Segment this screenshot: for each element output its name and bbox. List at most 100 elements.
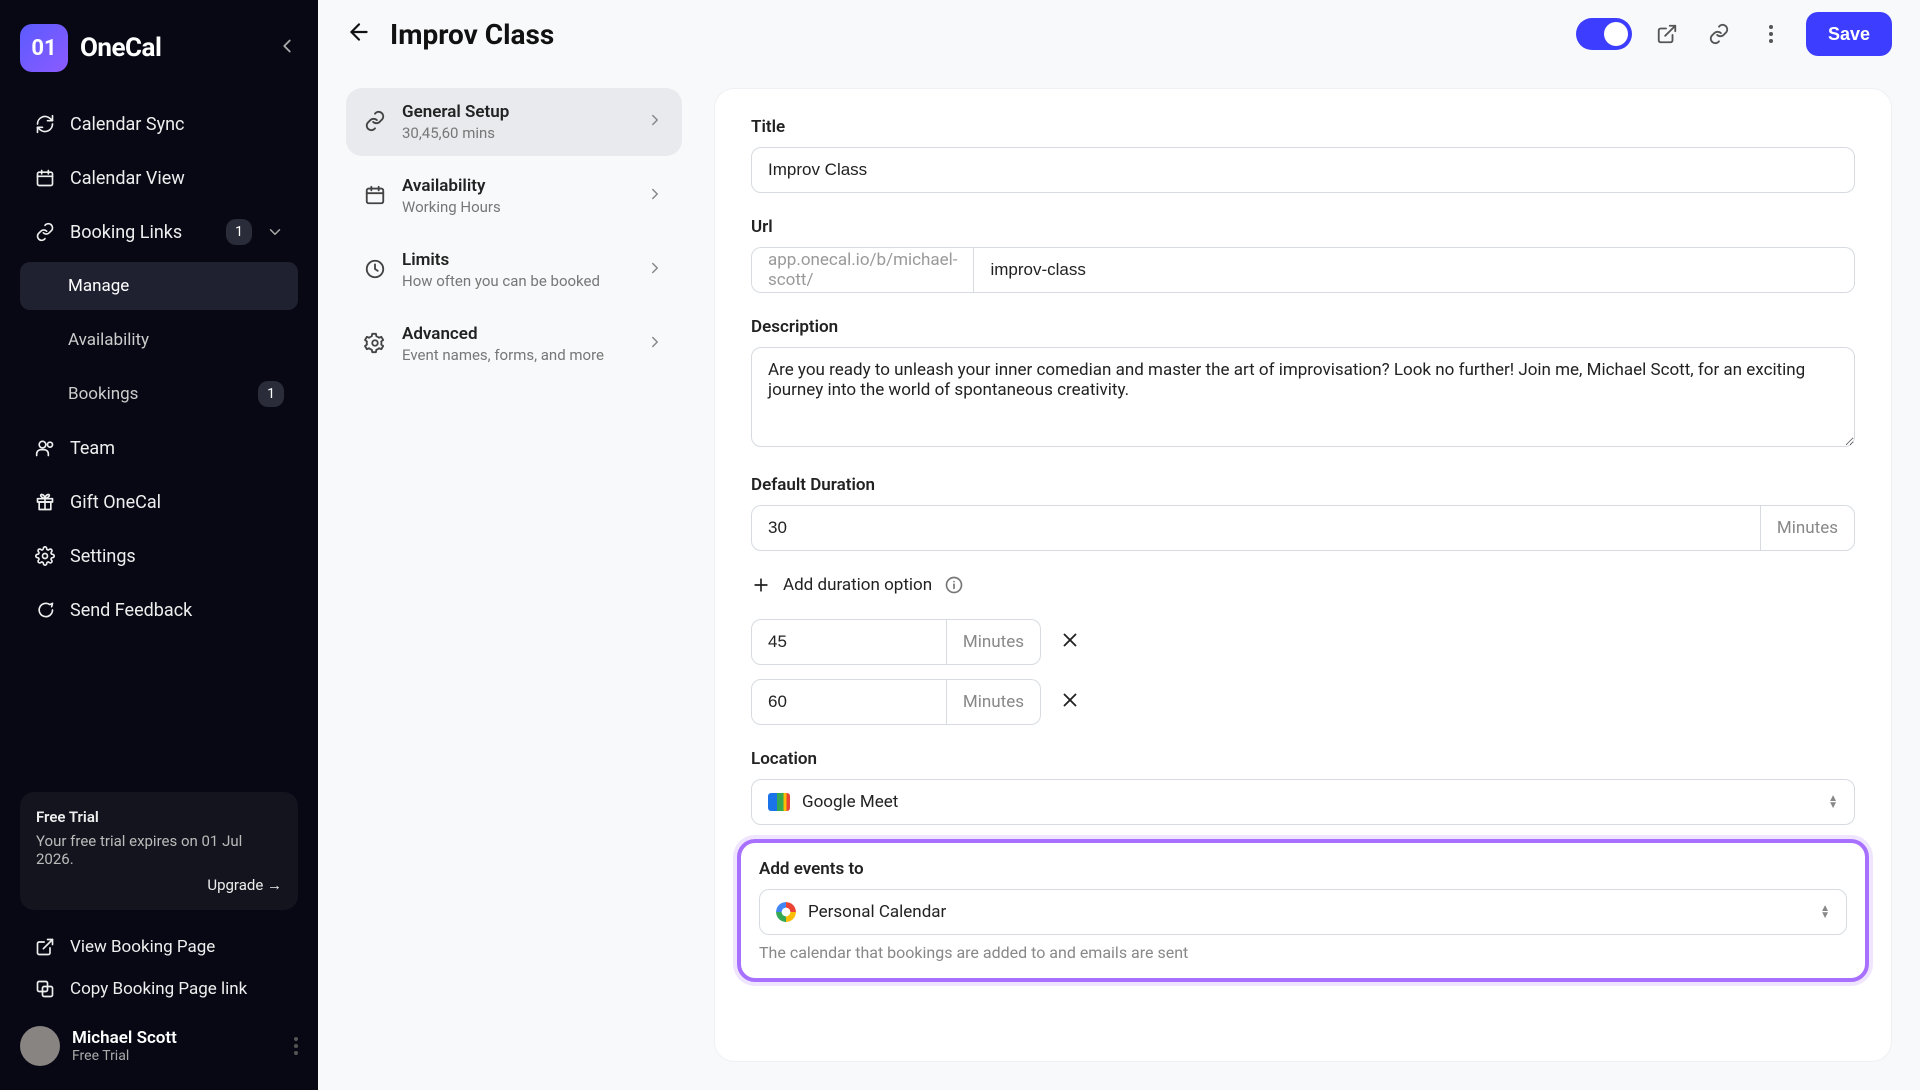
duration-unit: Minutes (947, 619, 1041, 665)
add-events-value: Personal Calendar (808, 902, 946, 922)
save-button[interactable]: Save (1806, 12, 1892, 56)
sidebar-item-settings[interactable]: Settings (20, 532, 298, 580)
upgrade-link[interactable]: Upgrade → (36, 876, 282, 894)
sidebar-item-label: Calendar View (70, 168, 185, 189)
form-panel: Title Url app.onecal.io/b/michael-scott/… (714, 88, 1892, 1062)
enabled-toggle[interactable] (1576, 18, 1632, 50)
settings-nav-sub: How often you can be booked (402, 272, 632, 290)
sidebar-item-manage[interactable]: Manage (20, 262, 298, 310)
page-title: Improv Class (390, 18, 554, 51)
description-input[interactable] (751, 347, 1855, 447)
settings-nav-limits[interactable]: Limits How often you can be booked (346, 236, 682, 304)
google-meet-icon (768, 793, 790, 811)
chat-icon (34, 599, 56, 621)
extra-duration-input-1[interactable] (751, 619, 947, 665)
sidebar-item-label: Availability (68, 330, 149, 350)
description-label: Description (751, 317, 1855, 337)
add-events-help: The calendar that bookings are added to … (759, 943, 1847, 962)
url-label: Url (751, 217, 1855, 237)
sidebar-item-availability[interactable]: Availability (20, 316, 298, 364)
sidebar-item-label: Settings (70, 546, 136, 567)
sidebar-item-calendar-view[interactable]: Calendar View (20, 154, 298, 202)
gear-icon (34, 545, 56, 567)
sidebar-badge: 1 (258, 381, 284, 407)
remove-duration-button[interactable] (1059, 689, 1081, 715)
back-button[interactable] (346, 19, 372, 49)
user-menu-button[interactable] (294, 1037, 298, 1055)
app-logo[interactable]: 01 OneCal (20, 24, 161, 72)
trial-card: Free Trial Your free trial expires on 01… (20, 792, 298, 910)
settings-nav-title: Limits (402, 250, 632, 270)
chevron-right-icon (646, 259, 664, 281)
url-slug-input[interactable] (973, 247, 1855, 293)
sidebar-item-label: Booking Links (70, 222, 182, 243)
user-plan: Free Trial (72, 1048, 282, 1064)
link-icon (364, 110, 388, 134)
settings-nav-sub: 30,45,60 mins (402, 124, 632, 142)
sidebar-item-label: Team (70, 438, 115, 459)
settings-nav-advanced[interactable]: Advanced Event names, forms, and more (346, 310, 682, 378)
sidebar-item-calendar-sync[interactable]: Calendar Sync (20, 100, 298, 148)
settings-nav-general[interactable]: General Setup 30,45,60 mins (346, 88, 682, 156)
location-select[interactable]: Google Meet ▲▼ (751, 779, 1855, 825)
open-external-button[interactable] (1650, 17, 1684, 51)
extra-duration-input-2[interactable] (751, 679, 947, 725)
chevron-right-icon (646, 185, 664, 207)
add-events-highlight: Add events to Personal Calendar ▲▼ The c… (737, 839, 1869, 982)
sidebar-item-label: Manage (68, 276, 129, 296)
link-label: Copy Booking Page link (70, 979, 247, 999)
sidebar-item-booking-links[interactable]: Booking Links 1 (20, 208, 298, 256)
location-label: Location (751, 749, 1855, 769)
google-icon (776, 902, 796, 922)
sidebar-nav: Calendar Sync Calendar View Booking Link… (20, 100, 298, 634)
copy-icon (34, 978, 56, 1000)
more-menu-button[interactable] (1754, 17, 1788, 51)
duration-unit: Minutes (947, 679, 1041, 725)
sidebar-item-feedback[interactable]: Send Feedback (20, 586, 298, 634)
team-icon (34, 437, 56, 459)
sidebar-item-label: Gift OneCal (70, 492, 161, 513)
add-duration-option-button[interactable]: Add duration option (751, 575, 1855, 595)
remove-duration-button[interactable] (1059, 629, 1081, 655)
external-link-icon (34, 936, 56, 958)
sidebar-item-label: Bookings (68, 384, 138, 404)
logo-name: OneCal (80, 33, 161, 63)
sidebar-item-label: Send Feedback (70, 600, 192, 621)
duration-label: Default Duration (751, 475, 1855, 495)
sidebar: 01 OneCal Calendar Sync Calendar View Bo… (0, 0, 318, 1090)
default-duration-input[interactable] (751, 505, 1761, 551)
add-events-select[interactable]: Personal Calendar ▲▼ (759, 889, 1847, 935)
gear-icon (364, 332, 388, 356)
sidebar-item-team[interactable]: Team (20, 424, 298, 472)
sidebar-item-bookings[interactable]: Bookings 1 (20, 370, 298, 418)
sidebar-badge: 1 (226, 219, 252, 245)
copy-booking-page-link[interactable]: Copy Booking Page link (20, 968, 298, 1010)
settings-nav-sub: Working Hours (402, 198, 632, 216)
duration-unit: Minutes (1761, 505, 1855, 551)
chevron-right-icon (646, 333, 664, 355)
chevron-right-icon (646, 111, 664, 133)
sidebar-item-gift[interactable]: Gift OneCal (20, 478, 298, 526)
plus-icon (751, 575, 771, 595)
sidebar-header: 01 OneCal (20, 24, 298, 72)
calendar-icon (34, 167, 56, 189)
link-icon (34, 221, 56, 243)
updown-icon: ▲▼ (1828, 795, 1838, 809)
trial-title: Free Trial (36, 808, 282, 826)
info-icon[interactable] (944, 575, 964, 595)
close-icon (1059, 689, 1081, 711)
close-icon (1059, 629, 1081, 651)
view-booking-page-link[interactable]: View Booking Page (20, 926, 298, 968)
copy-link-button[interactable] (1702, 17, 1736, 51)
avatar (20, 1026, 60, 1066)
title-label: Title (751, 117, 1855, 137)
settings-nav-availability[interactable]: Availability Working Hours (346, 162, 682, 230)
body: General Setup 30,45,60 mins Availability… (318, 68, 1920, 1090)
sidebar-item-label: Calendar Sync (70, 114, 184, 135)
calendar-icon (364, 184, 388, 208)
topbar: Improv Class Save (318, 0, 1920, 68)
add-duration-label: Add duration option (783, 575, 932, 595)
title-input[interactable] (751, 147, 1855, 193)
sidebar-collapse-button[interactable] (276, 35, 298, 61)
gift-icon (34, 491, 56, 513)
